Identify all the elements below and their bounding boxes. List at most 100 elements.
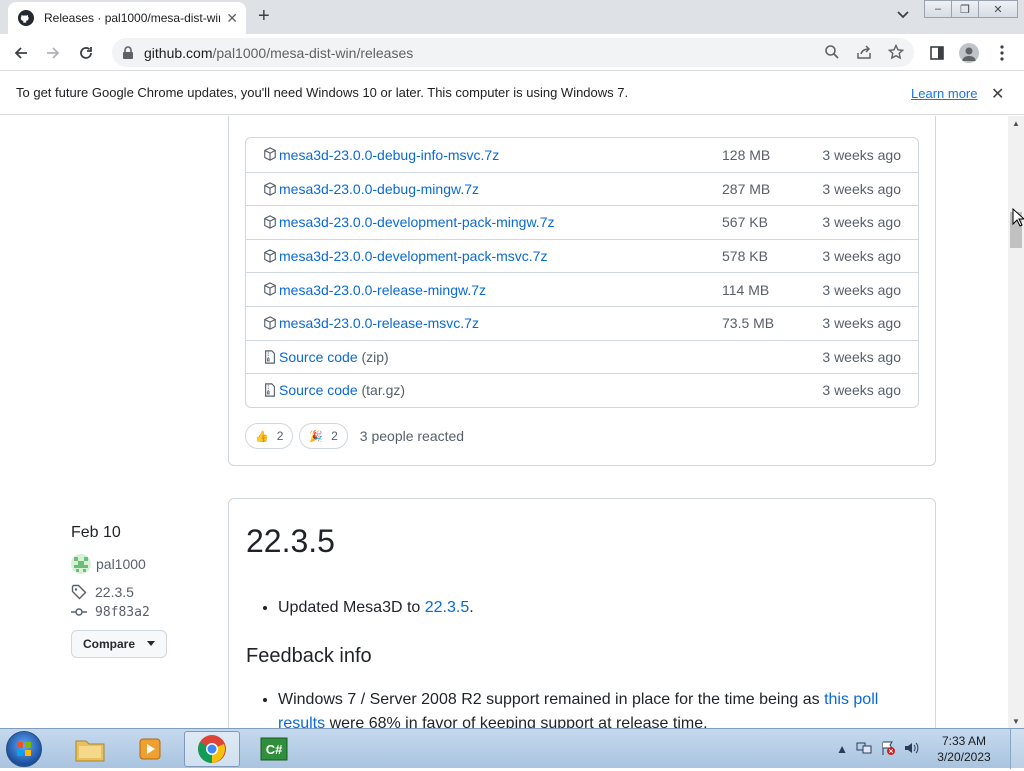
taskbar-csharp-app[interactable]: C# [246,731,302,767]
asset-date: 3 weeks ago [822,180,901,197]
show-desktop-button[interactable] [1010,729,1024,769]
asset-link[interactable]: mesa3d-23.0.0-development-pack-msvc.7z [279,248,547,264]
reload-button[interactable] [75,42,97,64]
tab-title: Releases · pal1000/mesa-dist-win [44,11,220,25]
tab-search-chevron-icon[interactable] [896,8,910,22]
asset-size: 128 MB [722,146,771,163]
hooray-icon: 🎉 [309,430,324,443]
clock-time: 7:33 AM [941,734,987,748]
share-icon[interactable] [856,44,872,60]
system-tray: ▲ 7:33 AM 3/20/2023 [832,729,1024,769]
note-text: Windows 7 / Server 2008 R2 support remai… [278,691,825,708]
taskbar-explorer[interactable] [62,731,118,767]
asset-link[interactable]: Source code (zip) [279,349,389,365]
note-text: Updated Mesa3D to [278,599,425,616]
asset-row: mesa3d-23.0.0-release-mingw.7z 114 MB 3 … [246,272,918,306]
asset-link-format: (zip) [361,348,389,365]
asset-link-format: (tar.gz) [361,382,406,399]
tag-label[interactable]: 22.3.5 [95,584,134,600]
taskbar-clock[interactable]: 7:33 AM 3/20/2023 [924,733,1004,765]
asset-link[interactable]: mesa3d-23.0.0-debug-mingw.7z [279,181,479,197]
side-panel-icon [930,46,944,60]
volume-icon[interactable] [904,741,920,758]
taskbar-media-player[interactable] [122,731,178,767]
show-hidden-icons-icon[interactable]: ▲ [836,742,848,756]
asset-link[interactable]: mesa3d-23.0.0-development-pack-mingw.7z [279,214,554,230]
infobar-close-button[interactable]: ✕ [991,84,1004,104]
windows-logo-icon [17,742,31,756]
scroll-up-arrow-icon[interactable]: ▲ [1012,119,1020,128]
start-button[interactable] [6,731,42,767]
network-icon[interactable] [856,741,872,758]
tab-close-icon[interactable]: ✕ [226,10,238,26]
release-commit[interactable]: 98f83a2 [71,604,167,620]
side-panel-button[interactable] [926,42,948,64]
caret-down-icon [147,641,155,646]
tag-icon [71,584,87,600]
compare-button[interactable]: Compare [71,630,167,658]
commit-sha[interactable]: 98f83a2 [95,605,150,620]
asset-link[interactable]: Source code (tar.gz) [279,382,405,398]
asset-row: Source code (tar.gz) 3 weeks ago [246,373,918,407]
asset-row: mesa3d-23.0.0-debug-info-msvc.7z 128 MB … [246,138,918,172]
browser-toolbar: github.com/pal1000/mesa-dist-win/release… [0,34,1024,71]
menu-button[interactable] [991,42,1013,64]
media-player-icon [139,738,161,760]
search-icon[interactable] [824,44,840,60]
back-button[interactable] [10,42,32,64]
github-icon [18,10,34,26]
release-title[interactable]: 22.3.5 [246,523,335,560]
page-content: mesa3d-23.0.0-debug-info-msvc.7z 128 MB … [0,116,1008,728]
new-tab-button[interactable]: + [258,6,270,26]
asset-link[interactable]: mesa3d-23.0.0-release-mingw.7z [279,282,486,298]
bookmark-star-icon[interactable] [888,44,904,60]
asset-link[interactable]: mesa3d-23.0.0-debug-info-msvc.7z [279,147,499,163]
forward-button[interactable] [42,42,64,64]
profile-avatar-icon [959,43,979,63]
learn-more-link[interactable]: Learn more [911,86,977,101]
address-bar[interactable]: github.com/pal1000/mesa-dist-win/release… [112,38,914,67]
thumbs-up-reaction-button[interactable]: 👍 2 [245,423,294,449]
url-text: github.com/pal1000/mesa-dist-win/release… [144,45,413,61]
asset-link[interactable]: mesa3d-23.0.0-release-msvc.7z [279,315,479,331]
asset-date: 3 weeks ago [822,348,901,365]
asset-date: 3 weeks ago [822,382,901,399]
profile-button[interactable] [958,42,980,64]
asset-date: 3 weeks ago [822,214,901,231]
asset-link-label: Source code [279,348,358,365]
update-infobar: To get future Google Chrome updates, you… [0,71,1024,115]
release-author[interactable]: pal1000 [71,554,167,574]
asset-row: mesa3d-23.0.0-release-msvc.7z 73.5 MB 3 … [246,305,918,340]
asset-size: 114 MB [722,281,770,298]
asset-size: 73.5 MB [722,315,775,332]
asset-date: 3 weeks ago [822,315,901,332]
asset-row: mesa3d-23.0.0-debug-mingw.7z 287 MB 3 we… [246,171,918,206]
release-tag[interactable]: 22.3.5 [71,584,167,600]
lock-icon[interactable] [122,45,134,60]
url-host: github.com [144,44,213,61]
asset-size: 287 MB [722,180,771,197]
asset-size: 578 KB [722,248,768,265]
author-name[interactable]: pal1000 [96,556,146,572]
assets-list: mesa3d-23.0.0-debug-info-msvc.7z 128 MB … [245,137,919,408]
maximize-button[interactable]: ❐ [951,0,979,18]
chrome-icon [198,735,226,763]
minimize-button[interactable]: – [924,0,952,18]
reactions-bar: 👍 2 🎉 2 3 people reacted [245,423,464,449]
release-date: Feb 10 [71,524,121,541]
scroll-down-arrow-icon[interactable]: ▼ [1012,717,1020,726]
infobar-message: To get future Google Chrome updates, you… [16,85,629,100]
window-close-button[interactable]: ✕ [978,0,1018,18]
version-link[interactable]: 22.3.5 [425,599,469,616]
reaction-count: 2 [276,429,284,443]
hooray-reaction-button[interactable]: 🎉 2 [299,423,348,449]
browser-tab[interactable]: Releases · pal1000/mesa-dist-win ✕ [8,2,246,34]
feedback-item: Windows 7 / Server 2008 R2 support remai… [278,688,898,728]
action-center-flag-icon[interactable] [880,740,896,759]
reactions-summary: 3 people reacted [359,428,465,444]
taskbar-chrome[interactable] [184,731,240,767]
reaction-count: 2 [331,429,338,443]
file-zip-icon [265,383,275,397]
release-card: 22.3.5 Updated Mesa3D to 22.3.5. Feedbac… [228,498,936,728]
asset-row: mesa3d-23.0.0-development-pack-mingw.7z … [246,205,918,239]
